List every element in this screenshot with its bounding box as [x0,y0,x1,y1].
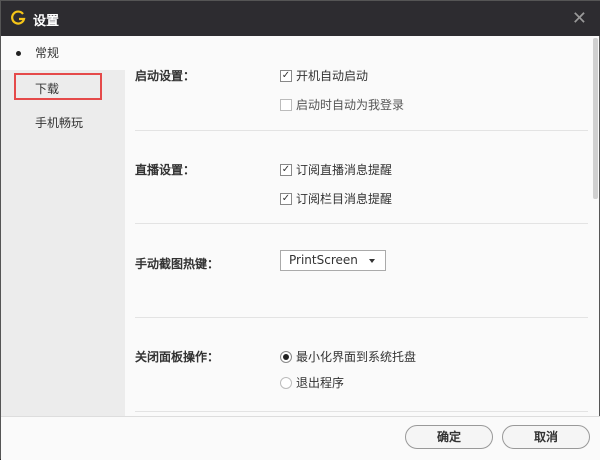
radio-selected-icon [280,350,292,363]
option-label: 退出程序 [296,376,345,390]
settings-window: 设置 ✕ 常规 下载 手机畅玩 启动设置： ✓ 开机自动启动 启动时自动为我登录 … [0,0,600,460]
sidebar-item-label: 手机畅玩 [35,116,84,130]
divider [135,317,588,318]
live-reminder-checkbox[interactable]: ✓ 订阅直播消息提醒 [280,161,392,178]
divider [135,411,588,412]
column-reminder-checkbox[interactable]: ✓ 订阅栏目消息提醒 [280,190,392,207]
option-label: 最小化界面到系统托盘 [296,350,417,364]
startup-label: 启动设置： [135,69,196,83]
close-action-label: 关闭面板操作： [135,350,220,364]
radio-unselected-icon [280,376,292,389]
sidebar-item-mobile[interactable]: 手机畅玩 [1,106,125,140]
auto-login-checkbox[interactable]: 启动时自动为我登录 [280,96,404,113]
hotkey-label: 手动截图热键： [135,257,220,271]
hotkey-dropdown[interactable]: PrintScreen [280,250,386,271]
option-label: 开机自动启动 [296,69,369,83]
option-label: 订阅直播消息提醒 [296,163,393,177]
checkbox-checked-icon: ✓ [280,192,292,205]
divider [135,223,588,224]
app-logo-icon [11,10,26,25]
settings-content: 启动设置： ✓ 开机自动启动 启动时自动为我登录 直播设置： ✓ 订阅直播消息提醒 … [125,36,600,416]
live-label: 直播设置： [135,163,196,177]
close-icon[interactable]: ✕ [572,8,587,29]
option-label: 启动时自动为我登录 [296,98,405,112]
hotkey-value: PrintScreen [289,253,358,267]
option-label: 订阅栏目消息提醒 [296,192,393,206]
highlight-box [14,73,102,100]
auto-start-checkbox[interactable]: ✓ 开机自动启动 [280,67,368,84]
caret-down-icon [369,259,375,263]
exit-program-radio[interactable]: 退出程序 [280,374,344,391]
checkbox-checked-icon: ✓ [280,69,292,82]
cancel-button[interactable]: 取消 [502,425,590,449]
minimize-to-tray-radio[interactable]: 最小化界面到系统托盘 [280,348,416,365]
title-bar: 设置 ✕ [1,1,600,36]
scrollbar[interactable] [593,38,598,199]
divider [135,130,588,131]
checkbox-unchecked-icon [280,98,292,111]
sidebar-item-label: 常规 [35,46,60,60]
window-title: 设置 [33,14,60,29]
footer: 确定 取消 [1,416,600,460]
ok-button[interactable]: 确定 [405,425,493,449]
sidebar-item-general[interactable]: 常规 [1,36,125,70]
checkbox-checked-icon: ✓ [280,163,292,176]
active-dot-icon [16,51,21,56]
